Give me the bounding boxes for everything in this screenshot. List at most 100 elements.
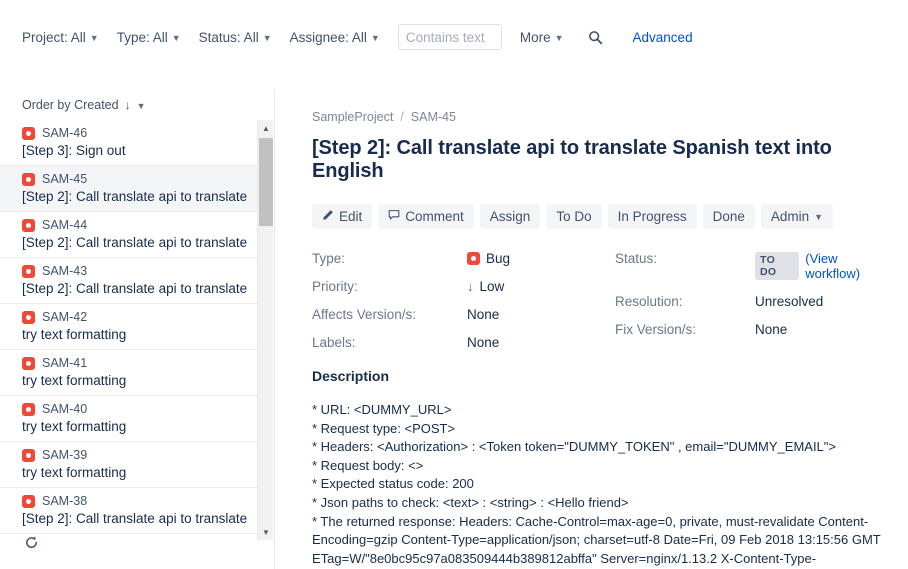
in-progress-button[interactable]: In Progress <box>607 204 697 229</box>
chevron-down-icon: ▼ <box>89 32 99 43</box>
priority-label: Priority: <box>312 279 358 294</box>
filter-assignee[interactable]: Assignee: All ▼ <box>290 30 380 45</box>
done-button[interactable]: Done <box>702 204 755 229</box>
bug-icon <box>22 494 35 508</box>
type-label: Type: <box>312 251 346 266</box>
issue-key-row: SAM-43 <box>22 264 248 278</box>
status-badge: TO DO <box>754 252 800 280</box>
chevron-down-icon: ▼ <box>171 32 181 43</box>
breadcrumb-project[interactable]: SampleProject <box>312 110 393 124</box>
bug-icon <box>22 126 35 140</box>
priority-value: ↓ Low <box>467 279 615 294</box>
issue-summary: [Step 3]: Sign out <box>22 143 126 158</box>
filter-status-label: Status: All <box>198 29 259 45</box>
advanced-search-link[interactable]: Advanced <box>633 30 693 45</box>
affects-version-label: Affects Version/s: <box>312 307 417 322</box>
issue-key: SAM-39 <box>42 448 88 462</box>
done-button-label: Done <box>712 209 745 224</box>
issue-key: SAM-38 <box>42 494 88 508</box>
filter-group: Project: All ▼ Type: All ▼ Status: All ▼ Assig… <box>22 30 398 45</box>
list-item[interactable]: SAM-39 try text formatting <box>0 442 258 488</box>
list-item[interactable]: SAM-41 try text formatting <box>0 350 258 396</box>
issue-detail-panel: SampleProject / SAM-45 [Step 2]: Call tr… <box>276 90 908 569</box>
comment-icon <box>388 209 400 224</box>
page-title: [Step 2]: Call translate api to translat… <box>312 137 832 182</box>
issue-key: SAM-41 <box>42 356 88 370</box>
search-icon[interactable] <box>588 30 603 45</box>
comment-button[interactable]: Comment <box>378 204 474 229</box>
type-value: Bug <box>467 251 615 266</box>
description-line: * The returned response: Headers: Cache-… <box>312 513 881 566</box>
filter-project[interactable]: Project: All ▼ <box>22 30 99 45</box>
chevron-down-icon: ▼ <box>370 32 380 43</box>
filter-assignee-label: Assignee: All <box>289 29 367 45</box>
issue-list-sidebar: Order by Created ↓ ▼ SAM-46 [Step 3]: Sig… <box>0 90 275 569</box>
filter-status[interactable]: Status: All ▼ <box>199 30 272 45</box>
todo-button[interactable]: To Do <box>546 204 602 229</box>
issue-key: SAM-42 <box>42 310 88 324</box>
issue-fields: Type: Bug Priority: ↓ Low Affects Versio… <box>312 251 894 350</box>
arrow-down-icon: ↓ <box>124 98 131 112</box>
issue-summary: try text formatting <box>22 327 127 342</box>
issue-key-row: SAM-45 <box>22 172 248 186</box>
description-line: * Request type: <POST> <box>312 420 456 436</box>
sidebar-scrollbar[interactable]: ▲ ▼ <box>257 120 273 540</box>
description-line: * Expected status code: 200 <box>312 476 474 492</box>
bug-icon <box>22 172 35 186</box>
bug-icon <box>22 356 35 370</box>
bug-icon <box>22 264 35 278</box>
scrollbar-thumb[interactable] <box>259 138 273 226</box>
more-filters-button[interactable]: More ▼ <box>520 30 564 45</box>
breadcrumb: SampleProject / SAM-45 <box>312 110 894 124</box>
issue-key-row: SAM-42 <box>22 310 248 324</box>
issue-summary: try text formatting <box>22 465 127 480</box>
refresh-icon[interactable] <box>22 533 40 551</box>
status-value: TO DO (View workflow) <box>754 251 894 281</box>
chevron-down-icon: ▼ <box>554 32 564 43</box>
issue-key: SAM-40 <box>42 402 88 416</box>
list-item[interactable]: SAM-46 [Step 3]: Sign out <box>0 120 258 166</box>
resolution-value: Unresolved <box>754 294 824 309</box>
filter-bar: Project: All ▼ Type: All ▼ Status: All ▼ Assig… <box>0 0 908 74</box>
list-item[interactable]: SAM-43 [Step 2]: Call translate api to tr… <box>0 258 258 304</box>
status-label: Status: <box>614 251 657 266</box>
view-workflow-link[interactable]: (View workflow) <box>805 251 894 281</box>
fix-version-value: None <box>754 322 788 337</box>
scroll-up-button[interactable]: ▲ <box>258 120 274 136</box>
bug-icon <box>22 402 35 416</box>
issue-key-row: SAM-38 <box>22 494 248 508</box>
description-line: * Headers: <Authorization> : <Token toke… <box>312 439 836 455</box>
assign-button-label: Assign <box>489 209 531 224</box>
issue-fields-right-column: Status: TO DO (View workflow) Resolution… <box>615 251 894 350</box>
chevron-down-icon: ▼ <box>262 32 272 43</box>
arrow-down-icon: ↓ <box>467 279 474 294</box>
description-line: * Json paths to check: <text> : <string>… <box>312 494 629 510</box>
scroll-down-button[interactable]: ▼ <box>258 524 274 540</box>
type-value-text: Bug <box>486 251 511 266</box>
search-input[interactable] <box>397 24 502 50</box>
edit-button[interactable]: Edit <box>312 204 373 229</box>
admin-button-label: Admin <box>770 209 810 224</box>
resolution-label: Resolution: <box>614 294 683 309</box>
breadcrumb-issue-key[interactable]: SAM-45 <box>411 110 456 124</box>
list-item[interactable]: SAM-42 try text formatting <box>0 304 258 350</box>
list-item[interactable]: SAM-38 [Step 2]: Call translate api to tr… <box>0 488 258 534</box>
issue-action-toolbar: Edit Comment Assign To Do In Progress Done Adm… <box>312 204 894 229</box>
issue-key: SAM-45 <box>42 172 88 186</box>
list-item[interactable]: SAM-40 try text formatting <box>0 396 258 442</box>
assign-button[interactable]: Assign <box>479 204 541 229</box>
order-by-control[interactable]: Order by Created ↓ ▼ <box>0 90 274 119</box>
issue-fields-left-column: Type: Bug Priority: ↓ Low Affects Versio… <box>312 251 615 350</box>
bug-icon <box>467 252 480 265</box>
list-item[interactable]: SAM-44 [Step 2]: Call translate api to tr… <box>0 212 258 258</box>
description-line: * Request body: <> <box>312 457 424 473</box>
comment-button-label: Comment <box>405 209 464 224</box>
issue-key: SAM-43 <box>42 264 88 278</box>
description-line: * URL: <DUMMY_URL> <box>312 402 452 417</box>
description-heading: Description <box>312 368 390 384</box>
list-item[interactable]: SAM-45 [Step 2]: Call translate api to tr… <box>0 166 258 212</box>
admin-button[interactable]: Admin ▼ <box>760 204 834 229</box>
filter-type[interactable]: Type: All ▼ <box>117 30 181 45</box>
todo-button-label: To Do <box>556 209 592 224</box>
priority-value-text: Low <box>479 279 505 294</box>
